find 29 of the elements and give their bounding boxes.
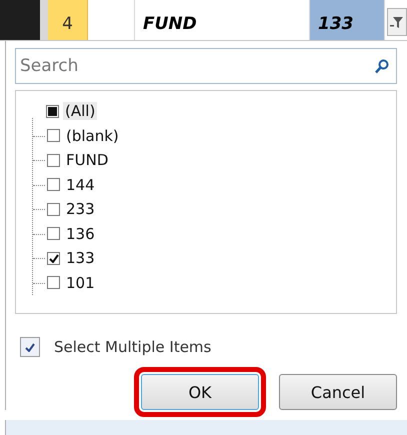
filter-value[interactable]: 136 [64, 224, 97, 243]
checkbox-label: Select Multiple Items [54, 338, 212, 356]
table-cell: 133 [310, 0, 385, 40]
cancel-button[interactable]: Cancel [279, 374, 397, 410]
table-cell: 4 [48, 0, 88, 40]
filter-value[interactable]: (All) [63, 102, 98, 120]
checkbox[interactable] [47, 276, 60, 290]
filter-value[interactable]: (blank) [64, 126, 121, 145]
checkbox[interactable] [46, 104, 59, 118]
filter-value[interactable]: 233 [64, 200, 97, 218]
filter-value[interactable]: 101 [64, 274, 97, 292]
square-icon [48, 106, 57, 116]
checkmark-icon [25, 342, 35, 352]
checkbox[interactable] [47, 202, 60, 216]
filter-value[interactable]: FUND [64, 151, 110, 170]
checkbox[interactable] [47, 129, 60, 142]
checkbox[interactable] [20, 337, 40, 357]
checkbox[interactable] [47, 227, 60, 240]
filter-value[interactable]: 133 [64, 249, 97, 268]
search-icon [375, 59, 389, 74]
filter-icon [390, 16, 404, 28]
filter-button[interactable] [387, 8, 407, 36]
checkbox[interactable] [47, 252, 60, 265]
checkbox[interactable] [47, 154, 60, 167]
row-header [0, 0, 48, 40]
filter-value[interactable]: 144 [64, 176, 97, 194]
checkmark-icon [48, 254, 58, 263]
search-field[interactable]: Search [15, 48, 397, 84]
checkbox[interactable] [47, 178, 60, 192]
